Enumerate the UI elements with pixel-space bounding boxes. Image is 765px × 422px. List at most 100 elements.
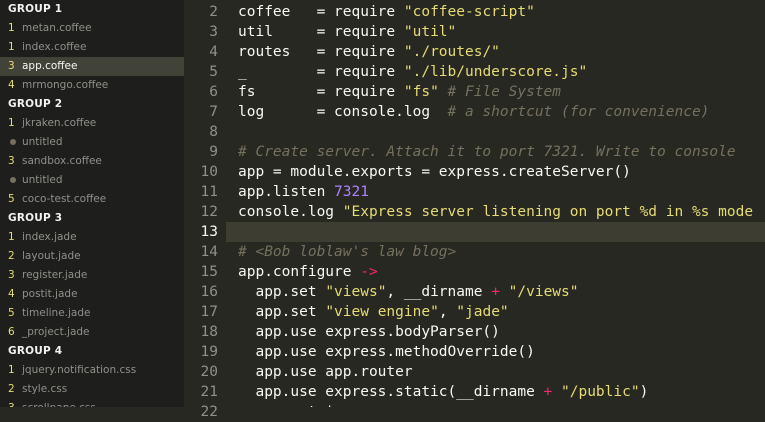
open-file-item[interactable]: 5 coco-test.coffee [0,190,184,209]
file-index-number: 1 [8,231,15,243]
open-file-item[interactable]: 5 timeline.jade [0,304,184,323]
code-token-operator: -> [360,264,378,280]
code-line[interactable]: app.use express.bodyParser() [226,322,765,342]
code-line[interactable]: fs = require "fs" # File System [226,82,765,102]
code-token-plain: ) [639,384,649,400]
code-token-plain: app.configure [238,264,361,280]
file-index-number: 5 [8,307,15,319]
code-token-comment: # a shortcut (for convenience) [447,104,710,120]
open-file-item[interactable]: 3 sandbox.coffee [0,152,184,171]
file-index-number: 1 [8,364,15,376]
group-header: GROUP 4 [8,345,63,357]
code-line[interactable]: app.set "views", __dirname + "/views" [226,282,765,302]
file-index-number: 1 [8,117,15,129]
code-token-string: "./routes/" [403,44,500,60]
code-line[interactable]: app.set 'p [226,402,765,407]
code-line[interactable]: # <Bob loblaw's law blog> [226,242,765,262]
file-name-label: timeline.jade [22,307,91,319]
file-name-label: jquery.notification.css [22,364,137,376]
code-token-string: "/views" [508,284,579,300]
code-token-plain: routes = require [238,44,404,60]
open-file-item[interactable]: untitled [0,133,184,152]
line-number: 15 [200,264,218,280]
code-line[interactable]: app.configure -> [226,262,765,282]
code-token-plain: app.set [238,284,326,300]
code-line[interactable]: app.use app.router [226,362,765,382]
file-index-number: 3 [8,60,15,72]
code-token-plain: util = require [238,24,404,40]
code-line[interactable]: util = require "util" [226,22,765,42]
code-line[interactable]: coffee = require "coffee-script" [226,2,765,22]
code-line[interactable]: # Create server. Attach it to port 7321.… [226,142,765,162]
line-number: 5 [209,64,218,80]
file-name-label: app.coffee [22,60,78,72]
file-name-label: style.css [22,383,68,395]
code-token-string: "Express server listening on port %d in … [342,204,754,220]
group-header: GROUP 2 [8,98,63,110]
line-number-gutter: 2 3 4 5 6 7 8 9 10 11 12 13 14 15 16 17 18 19 20 21 22 [184,0,226,420]
unsaved-dot-icon [10,138,16,145]
file-name-label: untitled [22,136,63,148]
file-index-number: 4 [8,288,15,300]
line-number: 8 [209,124,218,140]
file-index-number: 3 [8,269,15,281]
code-token-plain: coffee = require [238,4,404,20]
file-name-label: sandbox.coffee [22,155,102,167]
line-number: 22 [200,404,218,420]
line-number: 21 [200,384,218,400]
open-file-item[interactable]: 1 jkraken.coffee [0,114,184,133]
code-token-plain: app.use app.router [238,364,413,380]
file-index-number: 2 [8,383,15,395]
open-file-item[interactable]: 3 app.coffee [0,57,184,76]
line-number: 18 [200,324,218,340]
code-token-comment: # File System [438,84,562,100]
code-line[interactable]: console.log "Express server listening on… [226,202,765,222]
code-line[interactable]: _ = require "./lib/underscore.js" [226,62,765,82]
code-token-string: "jade" [456,304,509,320]
code-token-plain: log = console.log [238,104,448,120]
code-token-string: "views" [325,284,387,300]
code-line[interactable] [226,122,765,142]
code-line[interactable]: routes = require "./routes/" [226,42,765,62]
code-token-comment: # Create server. Attach it to port 7321.… [238,144,736,160]
open-file-item[interactable]: 2 style.css [0,380,184,399]
open-file-item[interactable]: 1 index.jade [0,228,184,247]
file-name-label: untitled [22,174,63,186]
line-number: 10 [200,164,218,180]
code-token-string: "/public" [561,384,640,400]
file-name-label: index.coffee [22,41,87,53]
open-file-item[interactable]: 2 layout.jade [0,247,184,266]
open-file-item[interactable]: 3scrollpane.css [0,399,184,407]
open-file-item[interactable]: 4 postit.jade [0,285,184,304]
code-line[interactable]: app = module.exports = express.createSer… [226,162,765,182]
line-number: 6 [209,84,218,100]
group-header: GROUP 3 [8,212,63,224]
line-number: 20 [200,364,218,380]
code-line[interactable] [226,222,765,242]
code-token-plain: app.use express.static(__dirname [238,384,544,400]
code-editor[interactable]: coffee = require "coffee-script" util = r… [226,0,765,407]
open-file-item[interactable]: 1 metan.coffee [0,19,184,38]
code-line[interactable]: log = console.log # a shortcut (for conv… [226,102,765,122]
open-file-item[interactable]: 3 register.jade [0,266,184,285]
code-line[interactable]: app.use express.methodOverride() [226,342,765,362]
file-name-label: coco-test.coffee [22,193,107,205]
open-file-item[interactable]: 1 jquery.notification.css [0,361,184,380]
code-line[interactable]: app.use express.static(__dirname + "/pub… [226,382,765,402]
unsaved-dot-icon [10,176,16,183]
line-number: 13 [200,224,218,240]
code-line[interactable]: app.set "view engine", "jade" [226,302,765,322]
file-index-number: 2 [8,250,15,262]
code-line[interactable]: app.listen 7321 [226,182,765,202]
open-file-item[interactable]: untitled [0,171,184,190]
open-file-item[interactable]: 1 index.coffee [0,38,184,57]
code-token-plain: app.use express.bodyParser() [238,324,500,340]
open-file-item[interactable]: 4 mrmongo.coffee [0,76,184,95]
line-number: 7 [209,104,218,120]
code-token-string: "./lib/underscore.js" [403,64,588,80]
open-file-item[interactable]: 6 _project.jade [0,323,184,342]
line-number: 17 [200,304,218,320]
code-token-operator: + [543,384,553,400]
